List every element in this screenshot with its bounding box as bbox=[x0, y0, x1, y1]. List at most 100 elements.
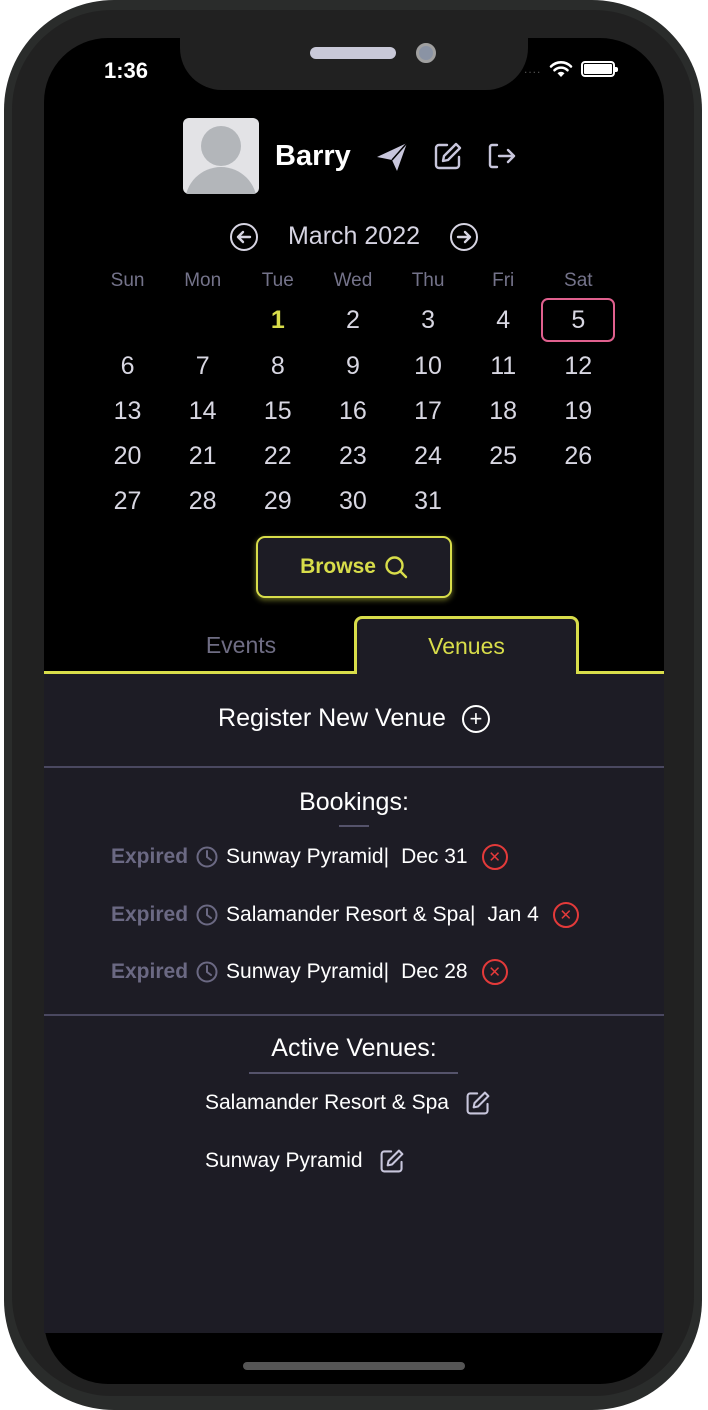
close-icon: ✕ bbox=[488, 848, 501, 866]
weekday-label: Tue bbox=[261, 270, 294, 291]
venues-panel: Register New Venue + Bookings: Expired Su… bbox=[44, 674, 664, 1333]
edit-venue-button[interactable] bbox=[465, 1090, 491, 1116]
weekday-header: Sun Mon Tue Wed Thu Fri Sat bbox=[90, 270, 616, 296]
calendar-empty-cell bbox=[165, 296, 240, 344]
avatar[interactable] bbox=[183, 118, 259, 194]
booking-row: Expired Sunway Pyramid| Dec 28 ✕ bbox=[111, 959, 508, 985]
calendar-day[interactable]: 9 bbox=[315, 344, 390, 389]
calendar-day[interactable]: 5 bbox=[541, 296, 616, 344]
arrow-left-icon bbox=[236, 230, 252, 243]
day-number: 22 bbox=[263, 442, 292, 470]
day-number: 6 bbox=[120, 352, 135, 380]
edit-icon[interactable] bbox=[433, 141, 463, 171]
close-icon: ✕ bbox=[488, 963, 501, 981]
calendar-day[interactable]: 17 bbox=[391, 389, 466, 434]
calendar-day[interactable]: 12 bbox=[541, 344, 616, 389]
calendar-day[interactable]: 24 bbox=[391, 434, 466, 479]
cancel-booking-button[interactable]: ✕ bbox=[481, 844, 508, 870]
calendar-day[interactable]: 28 bbox=[165, 479, 240, 524]
calendar-day[interactable]: 14 bbox=[165, 389, 240, 434]
day-number: 21 bbox=[188, 442, 217, 470]
send-icon[interactable] bbox=[375, 141, 409, 171]
day-number: 28 bbox=[188, 487, 217, 515]
calendar-empty-cell bbox=[466, 479, 541, 524]
camera bbox=[416, 43, 436, 63]
logout-icon[interactable] bbox=[487, 142, 517, 170]
calendar-day[interactable]: 11 bbox=[466, 344, 541, 389]
day-number: 27 bbox=[113, 487, 142, 515]
calendar-day[interactable]: 25 bbox=[466, 434, 541, 479]
next-month-button[interactable] bbox=[450, 222, 479, 251]
search-icon bbox=[385, 556, 408, 579]
day-number: 31 bbox=[414, 487, 442, 515]
day-number: 18 bbox=[489, 397, 518, 425]
day-number: 26 bbox=[564, 442, 593, 470]
weekday-label: Sun bbox=[110, 270, 145, 291]
month-navigator: March 2022 bbox=[0, 222, 708, 251]
day-number: 24 bbox=[414, 442, 442, 470]
calendar-day[interactable]: 20 bbox=[90, 434, 165, 479]
divider bbox=[44, 1014, 664, 1016]
weekday-label: Wed bbox=[333, 270, 373, 291]
calendar-day[interactable]: 19 bbox=[541, 389, 616, 434]
browse-label: Browse bbox=[300, 555, 376, 578]
calendar-day[interactable]: 13 bbox=[90, 389, 165, 434]
day-number: 13 bbox=[113, 397, 142, 425]
calendar-day[interactable]: 21 bbox=[165, 434, 240, 479]
calendar-empty-cell bbox=[90, 296, 165, 344]
day-number: 4 bbox=[496, 306, 511, 334]
home-indicator[interactable] bbox=[243, 1362, 465, 1370]
cancel-booking-button[interactable]: ✕ bbox=[552, 902, 579, 928]
day-number: 1 bbox=[270, 306, 285, 334]
day-number: 8 bbox=[270, 352, 285, 380]
booking-venue: Sunway Pyramid| bbox=[226, 845, 390, 868]
day-number: 23 bbox=[339, 442, 367, 470]
tab-events[interactable]: Events bbox=[164, 632, 318, 659]
calendar-day[interactable]: 30 bbox=[315, 479, 390, 524]
day-number: 11 bbox=[490, 352, 517, 380]
prev-month-button[interactable] bbox=[229, 222, 258, 251]
calendar-day[interactable]: 6 bbox=[90, 344, 165, 389]
clock-icon bbox=[196, 846, 218, 868]
booking-venue: Salamander Resort & Spa| bbox=[226, 903, 476, 926]
day-number: 14 bbox=[188, 397, 217, 425]
clock-icon bbox=[196, 961, 218, 983]
calendar-week: 1 2 3 4 5 bbox=[90, 296, 616, 344]
register-venue-button[interactable]: Register New Venue + bbox=[44, 704, 664, 733]
calendar-day[interactable]: 16 bbox=[315, 389, 390, 434]
active-venue-item: Salamander Resort & Spa bbox=[205, 1090, 491, 1116]
calendar-day[interactable]: 27 bbox=[90, 479, 165, 524]
calendar-day[interactable]: 23 bbox=[315, 434, 390, 479]
weekday-label: Thu bbox=[411, 270, 445, 291]
tab-venues[interactable]: Venues bbox=[354, 616, 579, 676]
booking-date: Jan 4 bbox=[487, 903, 539, 926]
calendar-day[interactable]: 31 bbox=[391, 479, 466, 524]
calendar-day[interactable]: 10 bbox=[391, 344, 466, 389]
day-number: 10 bbox=[414, 352, 442, 380]
day-number: 12 bbox=[564, 352, 593, 380]
booking-venue: Sunway Pyramid| bbox=[226, 960, 390, 983]
calendar-day[interactable]: 3 bbox=[391, 296, 466, 344]
calendar-day[interactable]: 22 bbox=[240, 434, 315, 479]
calendar-day[interactable]: 8 bbox=[240, 344, 315, 389]
bookings-underline bbox=[339, 825, 369, 827]
battery-icon bbox=[581, 61, 619, 77]
day-number: 7 bbox=[195, 352, 210, 380]
calendar-day[interactable]: 2 bbox=[315, 296, 390, 344]
calendar-day[interactable]: 29 bbox=[240, 479, 315, 524]
profile-header: Barry bbox=[183, 118, 517, 194]
browse-button[interactable]: Browse bbox=[256, 536, 452, 598]
calendar-day[interactable]: 1 bbox=[240, 296, 315, 344]
edit-venue-button[interactable] bbox=[379, 1148, 405, 1174]
calendar-day[interactable]: 7 bbox=[165, 344, 240, 389]
day-number: 5 bbox=[541, 298, 616, 342]
booking-status: Expired bbox=[111, 845, 189, 868]
day-number: 15 bbox=[263, 397, 292, 425]
edit-icon bbox=[466, 1091, 490, 1115]
clock-icon bbox=[196, 904, 218, 926]
calendar-day[interactable]: 4 bbox=[466, 296, 541, 344]
cancel-booking-button[interactable]: ✕ bbox=[481, 959, 508, 985]
calendar-day[interactable]: 18 bbox=[466, 389, 541, 434]
calendar-day[interactable]: 26 bbox=[541, 434, 616, 479]
calendar-day[interactable]: 15 bbox=[240, 389, 315, 434]
